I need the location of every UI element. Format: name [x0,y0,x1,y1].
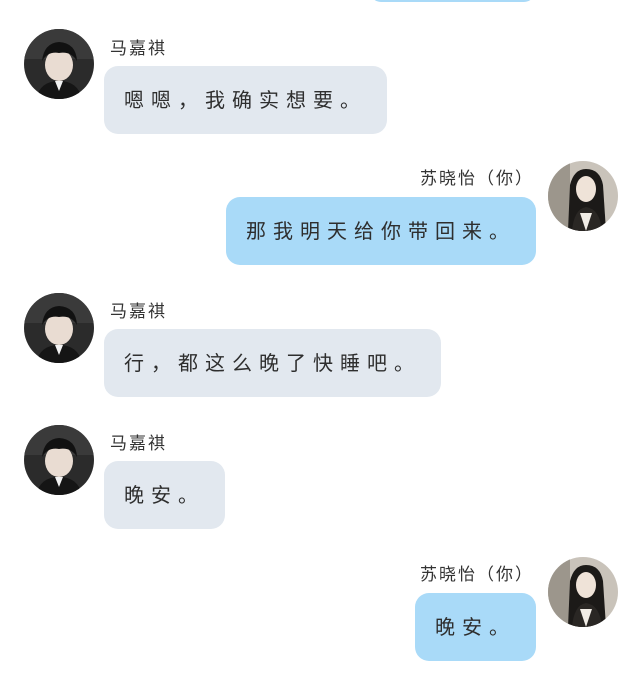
sender-name: 马嘉祺 [110,302,167,322]
sender-name: 苏晓怡（你） [420,169,534,189]
previous-message-bubble-partial[interactable] [370,0,535,2]
long-haired-girl-avatar-icon[interactable] [548,557,618,627]
message-bubble[interactable]: 晚安。 [415,593,536,661]
message-bubble[interactable]: 嗯嗯，我确实想要。 [104,66,387,134]
long-haired-girl-avatar-icon[interactable] [548,161,618,231]
chat-view[interactable]: 马嘉祺 嗯嗯，我确实想要。 苏晓怡（你） 那我明天给你带回来。 马嘉祺 行，都这… [0,0,640,679]
sender-name: 马嘉祺 [110,434,167,454]
sender-name: 马嘉祺 [110,39,167,59]
dark-haired-boy-avatar-icon[interactable] [24,425,94,495]
dark-haired-boy-avatar-icon[interactable] [24,29,94,99]
message-bubble[interactable]: 行，都这么晚了快睡吧。 [104,329,441,397]
message-bubble[interactable]: 晚安。 [104,461,225,529]
sender-name: 苏晓怡（你） [420,565,534,585]
dark-haired-boy-avatar-icon[interactable] [24,293,94,363]
message-bubble[interactable]: 那我明天给你带回来。 [226,197,536,265]
